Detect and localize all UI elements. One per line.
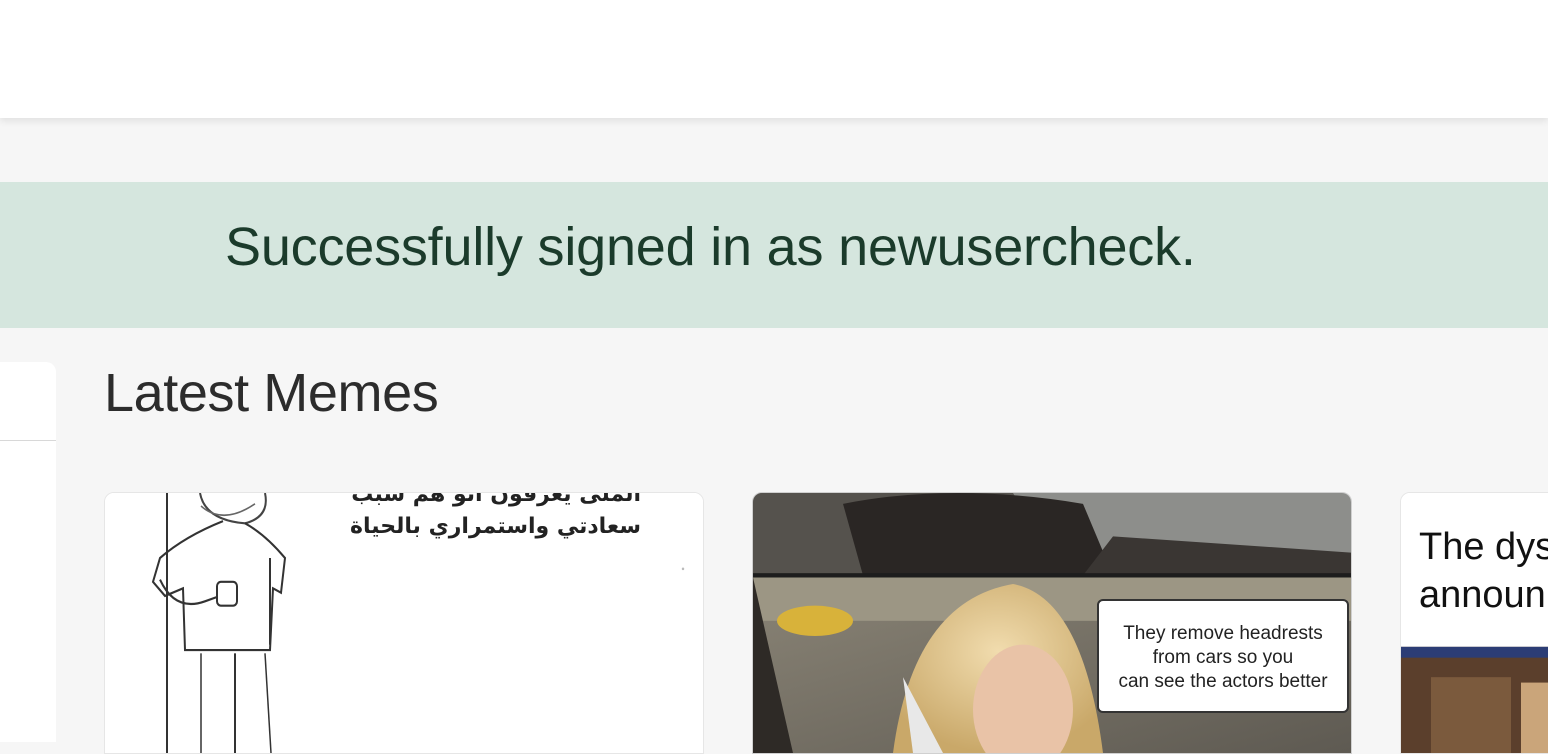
meme-caption-line: الملى يعرفون انو هم سبب xyxy=(351,492,641,507)
speech-bubble-line: from cars so you xyxy=(1152,647,1294,668)
speech-bubble-line: They remove headrests xyxy=(1123,623,1323,644)
meme-card[interactable]: الملى يعرفون انو هم سبب سعادتي واستمراري… xyxy=(104,492,704,754)
meme-text: The dys announ xyxy=(1419,523,1548,619)
meme-caption: الملى يعرفون انو هم سبب سعادتي واستمراري… xyxy=(321,492,641,543)
sidebar-divider xyxy=(0,440,56,441)
speech-bubble: They remove headrests from cars so you c… xyxy=(1097,599,1349,713)
meme-text-line: announ xyxy=(1419,574,1546,616)
flash-message: Successfully signed in as newusercheck. xyxy=(225,217,1196,277)
top-navbar xyxy=(0,0,1548,118)
meme-card[interactable]: The dys announ xyxy=(1400,492,1548,754)
speech-bubble-line: can see the actors better xyxy=(1118,671,1328,692)
meme-caption-line: سعادتي واستمراري بالحياة xyxy=(350,514,641,539)
meme-card[interactable]: They remove headrests from cars so you c… xyxy=(752,492,1352,754)
meme-text-line: The dys xyxy=(1419,526,1548,568)
sidebar-panel xyxy=(0,362,56,742)
section-title-latest-memes: Latest Memes xyxy=(104,363,439,423)
